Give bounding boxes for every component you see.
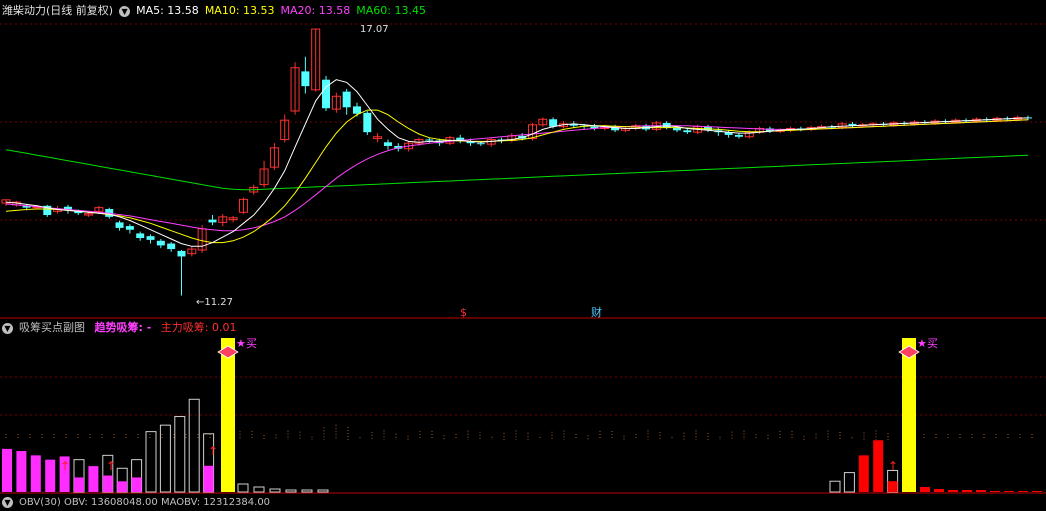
obv-bar-fill (74, 477, 84, 492)
obv-legend: ▼ OBV(30) OBV: 13608048.00 MAOBV: 1231238… (2, 495, 276, 511)
obv-bar (16, 451, 27, 492)
obv-bar (2, 448, 12, 492)
obv-bar (45, 459, 56, 492)
dropdown-icon[interactable]: ▼ (2, 496, 13, 508)
obv-bar (873, 440, 884, 492)
obv-bar (317, 489, 329, 493)
up-arrow-icon: ↑ (106, 459, 116, 473)
ma60-legend: MA60: 13.45 (356, 4, 426, 17)
candle-body (177, 250, 186, 257)
obv-bar (253, 486, 265, 493)
obv-bar (30, 455, 41, 492)
obv-bar (1032, 491, 1042, 492)
buy-highlight-bar (902, 338, 916, 492)
low-label: ←11.27 (196, 297, 233, 308)
sub-legend: ▼ 吸筹买点副图 趋势吸筹: - 主力吸筹: 0.01 (2, 320, 243, 336)
obv-bar (920, 487, 930, 492)
obv-bar (829, 480, 841, 493)
obv-bar (843, 472, 855, 493)
obv-bar (145, 431, 157, 493)
high-label: 17.07 (360, 24, 389, 35)
dropdown-icon[interactable]: ▼ (2, 322, 13, 334)
candle-body (383, 142, 392, 146)
price-chart: 17.07←11.27$ 财★ 买 ★ 买↑ ↑↑↑ (0, 23, 1046, 494)
ma10-line (5, 109, 1029, 244)
obv-bar-fill (117, 481, 128, 492)
candle-body (352, 106, 361, 114)
obv-bar (174, 416, 186, 493)
candle-body (156, 240, 165, 246)
obv-bar-fill (203, 465, 214, 492)
candle-body (167, 243, 176, 250)
obv-bar-fill (131, 477, 142, 492)
obv-bar (976, 490, 986, 492)
candle-body (734, 134, 743, 137)
stock-title: 潍柴动力(日线 前复权) (2, 4, 114, 17)
obv-bar (962, 490, 972, 492)
obv-bar (934, 489, 944, 492)
up-arrow-icon: ↑ (60, 459, 70, 473)
candle-body (125, 226, 134, 230)
ma5-legend: MA5: 13.58 (136, 4, 199, 17)
ma20-line (5, 119, 1029, 232)
obv-bar (285, 489, 297, 493)
marker-s: $ (460, 306, 467, 319)
obv-bar (858, 455, 869, 492)
candle-body (115, 222, 124, 228)
candle-body (549, 119, 558, 127)
trend-label: 趋势吸筹: - (94, 321, 152, 334)
up-arrow-icon: ↑ (208, 444, 218, 458)
obv-values: OBV(30) OBV: 13608048.00 MAOBV: 12312384… (19, 497, 271, 508)
obv-bar (159, 424, 171, 493)
candle-body (322, 79, 331, 109)
up-arrow-icon: ↑ (888, 459, 898, 473)
obv-bar (88, 466, 99, 492)
obv-bar (1018, 491, 1028, 492)
candle-body (146, 236, 155, 240)
buy-star-icon: ★ (236, 337, 246, 350)
candle-body (136, 233, 145, 239)
indicator-name: 吸筹买点副图 (19, 321, 85, 334)
obv-bar (990, 491, 1000, 492)
obv-bar (301, 489, 313, 493)
ma20-legend: MA20: 13.58 (280, 4, 351, 17)
ma10-legend: MA10: 13.53 (204, 4, 275, 17)
main-legend: 潍柴动力(日线 前复权) ▼ MA5: 13.58 MA10: 13.53 MA20: … (2, 3, 432, 19)
obv-bar-fill (887, 481, 898, 492)
main-label: 主力吸筹: 0.01 (160, 321, 237, 334)
marker-cai: 财 (591, 305, 602, 319)
candle-body (476, 143, 485, 145)
ma60-line (5, 149, 1029, 191)
candle-body (683, 130, 692, 133)
obv-bar (1004, 491, 1014, 492)
obv-bar (269, 488, 281, 493)
obv-bar (237, 483, 249, 493)
buy-label: 买 (246, 337, 257, 350)
candle-body (363, 112, 372, 133)
candle-body (208, 219, 217, 223)
candle-body (301, 71, 310, 87)
buy-star-icon: ★ (917, 337, 927, 350)
dropdown-icon[interactable]: ▼ (119, 5, 131, 17)
obv-bar-fill (102, 475, 113, 492)
candle-body (425, 139, 434, 141)
buy-label: 买 (927, 337, 938, 350)
buy-highlight-bar (221, 338, 235, 492)
obv-bar (948, 490, 958, 492)
obv-bar (188, 398, 200, 493)
candle-body (342, 91, 351, 108)
